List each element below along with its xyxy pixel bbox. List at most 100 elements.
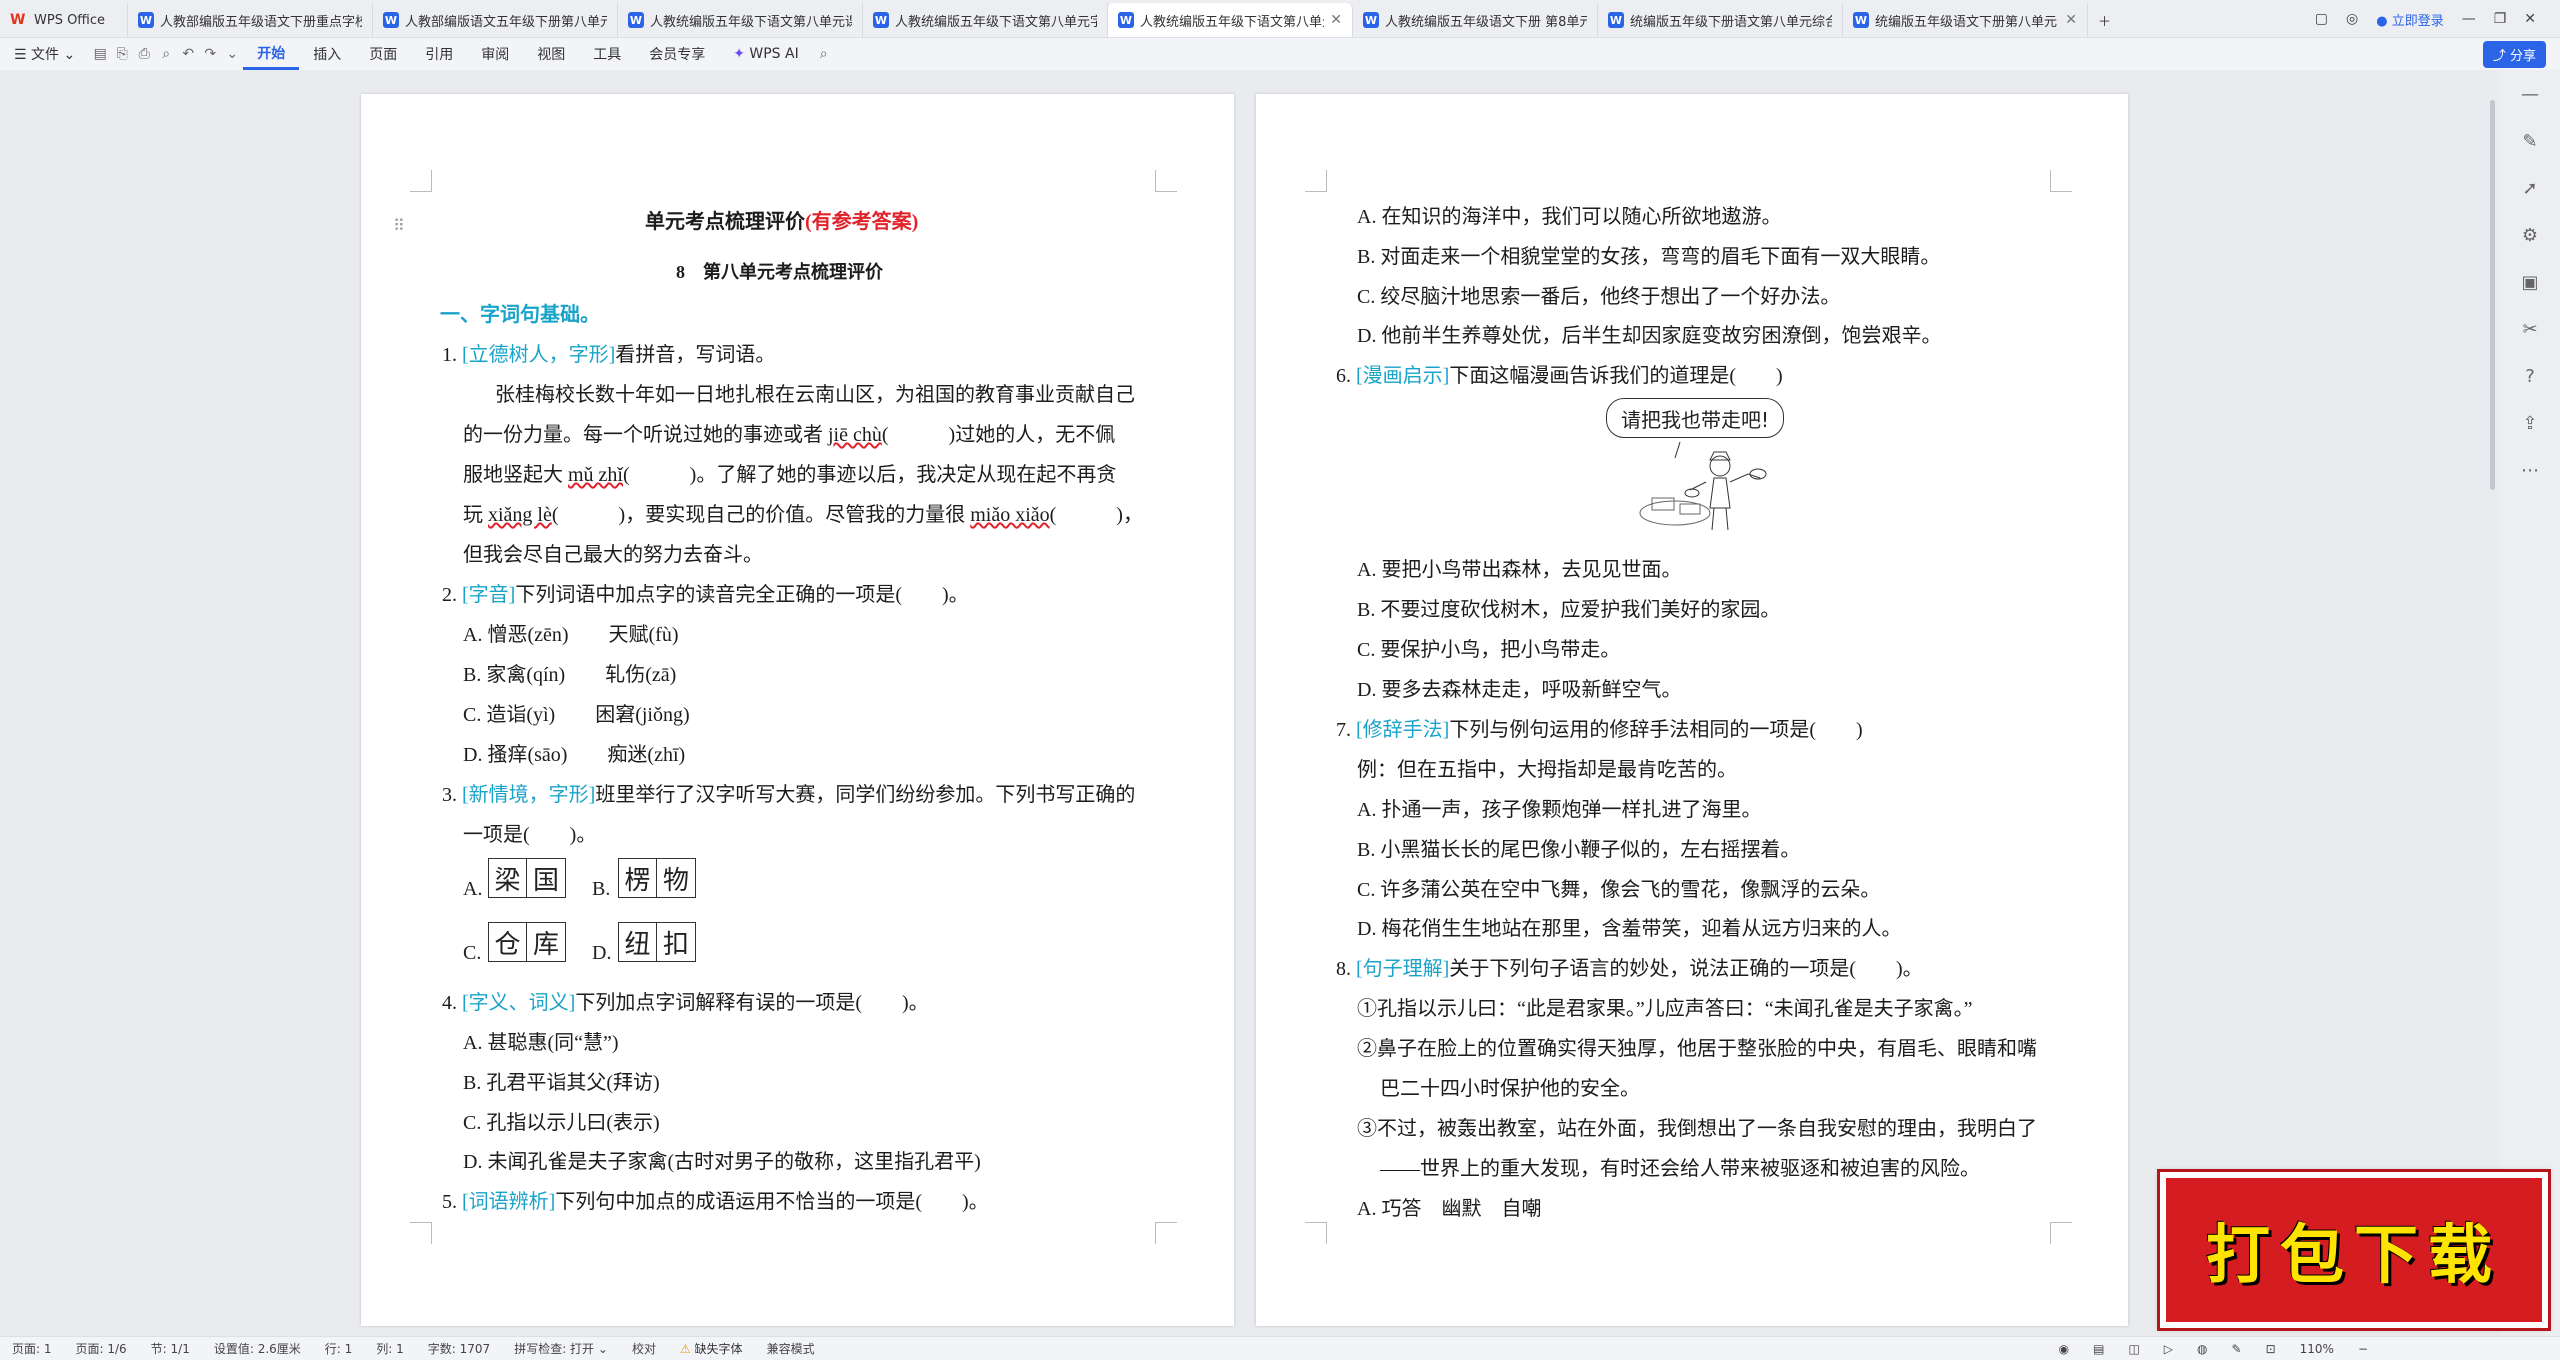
tab-doc-5-active[interactable]: W 人教统编版五年级下语文第八单元 ✕ [1108, 3, 1353, 37]
question-tag: [字义、词义] [462, 992, 576, 1014]
tab-doc-3[interactable]: W 人教统编版五年级下语文第八单元课堂练习 [618, 3, 863, 37]
option-c: C. 许多蒲公英在空中飞舞，像会飞的雪花，像飘浮的云朵。 [1357, 879, 1881, 901]
zoom-level[interactable]: 110% [2288, 1342, 2346, 1356]
speech-bubble-text: 请把我也带走吧! [1620, 407, 1770, 432]
tab-doc-7[interactable]: W 统编版五年级下册语文第八单元综合卷 [1598, 3, 1843, 37]
tab-tools[interactable]: 工具 [579, 44, 635, 64]
preview-icon[interactable]: ⌕ [155, 46, 177, 62]
share-panel-icon[interactable]: ⇪ [2522, 413, 2537, 434]
option-d: D. 搔痒(sāo) 痴迷(zhī) [463, 744, 686, 766]
tab-bar: W WPS Office W 人教部编版五年级语文下册重点字校验卷 W 人教部编版语… [0, 0, 2560, 38]
status-proofread[interactable]: 校对 [620, 1340, 668, 1357]
save-icon[interactable]: ▤ [89, 46, 111, 62]
word-doc-icon: W [1853, 12, 1869, 28]
question-4: 4. [字义、词义]下列加点字词解释有误的一项是( )。 [442, 986, 929, 1015]
document-page-2[interactable] [1256, 94, 2128, 1326]
settings-icon[interactable]: ⚙ [2522, 225, 2538, 246]
tab-label: 人教部编版五年级语文下册重点字校验卷 [160, 14, 362, 30]
tab-page[interactable]: 页面 [355, 44, 411, 64]
layout-icon[interactable]: ▢ [2315, 11, 2328, 27]
question-number: 2. [442, 584, 457, 606]
undo-icon[interactable]: ↶ [177, 46, 199, 62]
question-8: 8. [句子理解]关于下列句子语言的妙处，说法正确的一项是( )。 [1336, 952, 1923, 981]
close-icon[interactable]: ✕ [1330, 12, 1342, 28]
globe-icon[interactable]: ◍ [2185, 1342, 2219, 1356]
passage-text: ( )，要实现自己的价值。尽管我的力量很 [551, 504, 966, 526]
export-icon[interactable]: ⎘ [111, 46, 133, 62]
close-icon[interactable]: ✕ [2065, 12, 2077, 28]
minimize-icon[interactable]: — [2462, 11, 2476, 27]
tab-doc-8[interactable]: W 统编版五年级语文下册第八单元 ✕ [1843, 3, 2088, 37]
tab-member[interactable]: 会员专享 [635, 44, 719, 64]
question-tag: [漫画启示] [1356, 365, 1450, 387]
question-text: 看拼音，写词语。 [615, 344, 776, 366]
redo-icon[interactable]: ↷ [199, 46, 221, 62]
hamburger-icon[interactable]: ☰ 文件 ⌄ [0, 44, 89, 64]
page-view-icon[interactable]: ▤ [2081, 1342, 2116, 1356]
login-button[interactable]: ● 立即登录 [2376, 10, 2444, 29]
tab-view[interactable]: 视图 [523, 44, 579, 64]
edit-icon[interactable]: ✎ [2522, 131, 2537, 152]
passage-text: ( )过她的人，无不佩 [881, 424, 1116, 446]
option-c: C. 要保护小鸟，把小鸟带走。 [1357, 639, 1621, 661]
new-tab-button[interactable]: ＋ [2088, 3, 2121, 37]
tab-insert[interactable]: 插入 [299, 44, 355, 64]
collapse-icon[interactable]: — [2521, 84, 2539, 105]
chevron-down-icon[interactable]: ⌄ [221, 46, 243, 62]
tab-home[interactable]: 开始 [243, 38, 300, 70]
restore-icon[interactable]: ❐ [2494, 11, 2507, 27]
tab-doc-2[interactable]: W 人教部编版语文五年级下册第八单元测试卷 [373, 3, 618, 37]
status-spellcheck[interactable]: 拼写检查: 打开 ⌄ [502, 1340, 620, 1357]
crop-mark [2050, 170, 2072, 192]
quote-line: ——世界上的重大发现，有时还会给人带来被驱逐和被迫害的风险。 [1380, 1158, 1980, 1180]
scrollbar-thumb[interactable] [2490, 100, 2495, 490]
search-icon[interactable]: ⌕ [813, 46, 835, 62]
image-icon[interactable]: ▣ [2521, 272, 2538, 293]
question-3: 3. [新情境，字形]班里举行了汉字听写大赛，同学们纷纷参加。下列书写正确的 [442, 778, 1135, 807]
crop-mark [1155, 1222, 1177, 1244]
tab-wps-home[interactable]: W WPS Office [0, 3, 128, 37]
web-view-icon[interactable]: ◫ [2116, 1342, 2151, 1356]
help-icon[interactable]: ? [2525, 366, 2535, 387]
status-word-count[interactable]: 字数: 1707 [416, 1340, 502, 1357]
share-button[interactable]: ⤴ 分享 [2482, 41, 2546, 68]
option-a: A. 甚聪惠(同“慧”) [463, 1032, 619, 1054]
skin-icon[interactable]: ◎ [2346, 11, 2358, 27]
question-text: 关于下列句子语言的妙处，说法正确的一项是( )。 [1449, 958, 1923, 980]
tools-icon[interactable]: ✂ [2522, 319, 2537, 340]
zoom-out-icon[interactable]: − [2346, 1342, 2380, 1356]
pen-icon[interactable]: ✎ [2220, 1342, 2254, 1356]
example-sentence: 例：但在五指中，大拇指却是最肯吃苦的。 [1357, 759, 1737, 781]
fit-icon[interactable]: ⊡ [2254, 1342, 2288, 1356]
file-menu-label[interactable]: 文件 [31, 47, 59, 63]
option-c: C. 造诣(yì) 困窘(jiǒng) [463, 704, 690, 726]
status-missing-font[interactable]: ⚠ 缺失字体 [668, 1340, 755, 1357]
status-setting-value[interactable]: 设置值: 2.6厘米 [202, 1340, 313, 1357]
more-icon[interactable]: ⋯ [2521, 460, 2539, 481]
tab-doc-6[interactable]: W 人教统编版五年级语文下册 第8单元测试 [1353, 3, 1598, 37]
print-icon[interactable]: ⎙ [133, 46, 155, 62]
download-badge-text: 打包下载 [2206, 1218, 2502, 1293]
tab-doc-1[interactable]: W 人教部编版五年级语文下册重点字校验卷 [128, 3, 373, 37]
status-page[interactable]: 页面: 1 [0, 1340, 64, 1357]
tab-doc-4[interactable]: W 人教统编版五年级下语文第八单元字词复习 [863, 3, 1108, 37]
wps-ai-button[interactable]: ✦ WPS AI [719, 46, 813, 62]
word-doc-icon: W [1608, 12, 1624, 28]
play-icon[interactable]: ▷ [2152, 1342, 2185, 1356]
option-b: B. 小黑猫长长的尾巴像小鞭子似的，左右摇摆着。 [1357, 839, 1801, 861]
window-close-icon[interactable]: ✕ [2524, 11, 2536, 27]
status-page-count[interactable]: 页面: 1/6 [64, 1340, 139, 1357]
option-b: B. 不要过度砍伐树木，应爱护我们美好的家园。 [1357, 599, 1781, 621]
status-section[interactable]: 节: 1/1 [139, 1340, 202, 1357]
tab-reference[interactable]: 引用 [411, 44, 467, 64]
drag-handle-icon[interactable]: ⠿ [393, 216, 405, 235]
select-icon[interactable]: ➚ [2522, 178, 2537, 199]
eye-icon[interactable]: ◉ [2047, 1342, 2081, 1356]
right-tool-panel: — ✎ ➚ ⚙ ▣ ✂ ? ⇪ ⋯ [2500, 70, 2560, 1335]
option-a: A. 要把小鸟带出森林，去见见世面。 [1357, 559, 1682, 581]
option-a: A. 憎恶(zēn) 天赋(fù) [463, 624, 679, 646]
quote-line: 巴二十四小时保护他的安全。 [1380, 1078, 1640, 1100]
download-package-badge[interactable]: 打包下载 [2157, 1169, 2551, 1331]
tab-review[interactable]: 审阅 [467, 44, 523, 64]
ai-icon: ✦ [733, 46, 745, 62]
